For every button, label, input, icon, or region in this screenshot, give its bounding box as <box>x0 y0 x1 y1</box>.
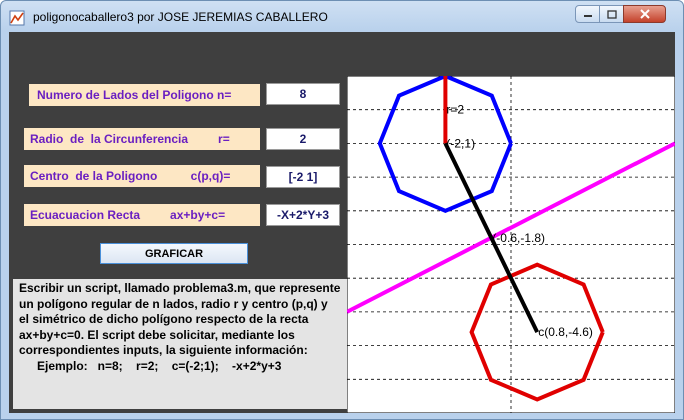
close-icon <box>639 9 650 19</box>
description-text: Escribir un script, llamado problema3.m,… <box>19 281 341 357</box>
center-input[interactable]: [-2 1] <box>266 166 340 188</box>
matlab-figure-icon <box>9 10 25 26</box>
window-title: poligonocaballero3 por JOSE JEREMIAS CAB… <box>33 10 328 24</box>
n-sides-input[interactable]: 8 <box>266 83 340 105</box>
plot-annotation: (-2,1) <box>446 136 475 150</box>
radius-label: Radio de la Circunferencia r= <box>24 128 260 150</box>
n-sides-label: Numero de Lados del Poligono n= <box>29 84 260 106</box>
graficar-button[interactable]: GRAFICAR <box>100 243 248 264</box>
plot-axes[interactable]: 3210-1-2-3-4-5-6-505r=2(-2,1)(-0.6,-1.8)… <box>347 76 675 413</box>
minimize-button[interactable] <box>575 5 600 23</box>
plot-annotation: (-0.6,-1.8) <box>492 231 545 245</box>
plot-annotation: c(0.8,-4.6) <box>538 325 593 339</box>
line-equation-input[interactable]: -X+2*Y+3 <box>266 204 340 226</box>
title-bar[interactable]: poligonocaballero3 por JOSE JEREMIAS CAB… <box>1 1 683 33</box>
center-label: Centro de la Poligono c(p,q)= <box>24 165 260 187</box>
close-button[interactable] <box>623 5 666 23</box>
maximize-button[interactable] <box>599 5 624 23</box>
example-text: Ejemplo: n=8; r=2; c=(-2;1); -x+2*y+3 <box>37 358 282 373</box>
problem-description: Escribir un script, llamado problema3.m,… <box>13 279 347 409</box>
minimize-icon <box>583 15 592 17</box>
figure-client-area: Numero de Lados del Poligono n= 8 Radio … <box>9 32 675 413</box>
radius-input[interactable]: 2 <box>266 128 340 150</box>
line-equation-label: Ecuacuacion Recta ax+by+c= <box>24 204 260 226</box>
figure-window: poligonocaballero3 por JOSE JEREMIAS CAB… <box>0 0 684 420</box>
maximize-icon <box>606 9 617 19</box>
plot-annotation: r=2 <box>446 103 464 117</box>
